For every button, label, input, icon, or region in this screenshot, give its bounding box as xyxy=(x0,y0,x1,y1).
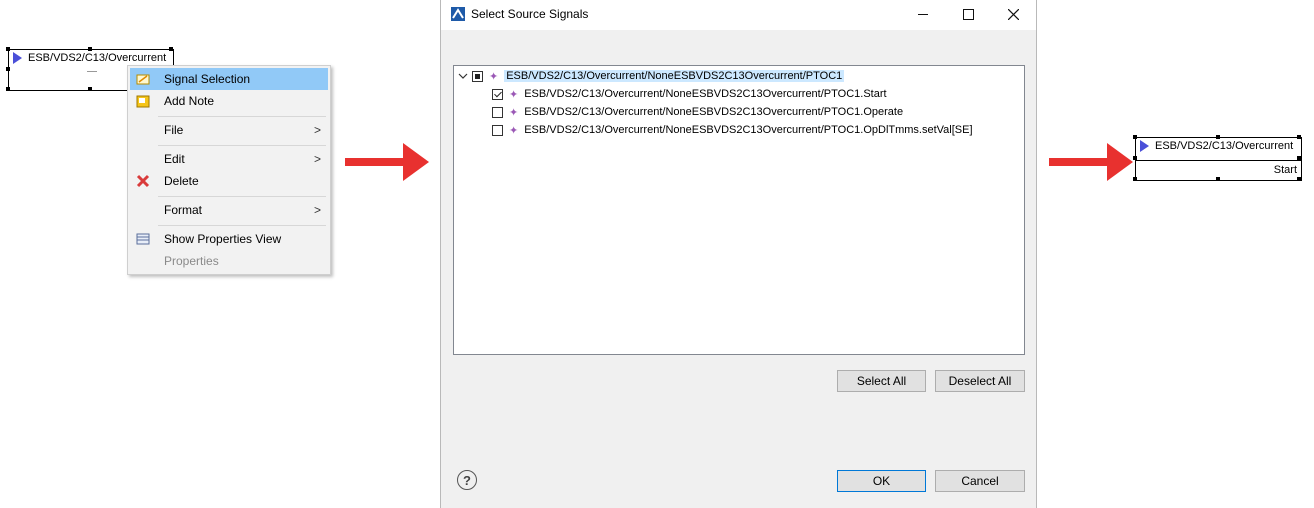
app-icon xyxy=(450,6,466,25)
signal-node-icon: ✦ xyxy=(509,106,519,119)
chevron-right-icon: > xyxy=(314,203,322,217)
resize-handle[interactable] xyxy=(88,87,92,91)
chevron-down-icon[interactable] xyxy=(458,71,468,81)
tree-checkbox[interactable] xyxy=(472,70,483,82)
menu-item-label: Edit xyxy=(164,152,185,166)
menu-item-label: File xyxy=(164,123,184,137)
select-source-signals-dialog: Select Source Signals ✦ ESB/VDS2/C13/Ove… xyxy=(440,0,1037,508)
select-all-button[interactable]: Select All xyxy=(837,370,926,392)
close-icon xyxy=(1007,8,1019,20)
signal-node-icon: ✦ xyxy=(489,70,499,83)
dialog-titlebar: Select Source Signals xyxy=(441,0,1036,30)
tree-row-label: ESB/VDS2/C13/Overcurrent/NoneESBVDS2C13O… xyxy=(524,88,887,100)
block-title-text: ESB/VDS2/C13/Overcurrent xyxy=(1155,140,1294,152)
menu-item-file[interactable]: File > xyxy=(130,119,328,141)
menu-item-show-properties-view[interactable]: Show Properties View xyxy=(130,228,328,250)
menu-item-delete[interactable]: Delete xyxy=(130,170,328,192)
signal-selection-icon xyxy=(136,72,150,86)
function-block-result[interactable]: ESB/VDS2/C13/Overcurrent Start xyxy=(1133,135,1302,181)
menu-item-label: Properties xyxy=(164,254,219,268)
tree-checkbox[interactable] xyxy=(492,124,503,136)
signal-node-icon: ✦ xyxy=(509,124,519,137)
ok-button[interactable]: OK xyxy=(837,470,926,492)
dialog-title: Select Source Signals xyxy=(471,7,589,21)
tree-row-child[interactable]: ✦ ESB/VDS2/C13/Overcurrent/NoneESBVDS2C1… xyxy=(492,121,973,139)
resize-handle[interactable] xyxy=(6,67,10,71)
menu-separator xyxy=(158,225,326,226)
deselect-all-button[interactable]: Deselect All xyxy=(935,370,1025,392)
menu-separator xyxy=(158,116,326,117)
tree-row-label: ESB/VDS2/C13/Overcurrent/NoneESBVDS2C13O… xyxy=(524,124,973,136)
maximize-button[interactable] xyxy=(948,2,988,26)
tree-row-label: ESB/VDS2/C13/Overcurrent/NoneESBVDS2C13O… xyxy=(504,70,845,82)
resize-handle[interactable] xyxy=(1297,135,1301,139)
resize-handle[interactable] xyxy=(6,47,10,51)
flow-arrow-icon xyxy=(1049,143,1133,181)
help-icon[interactable]: ? xyxy=(457,470,477,490)
menu-item-label: Delete xyxy=(164,174,199,188)
play-triangle-icon xyxy=(13,52,22,64)
block-title: ESB/VDS2/C13/Overcurrent xyxy=(13,52,166,64)
resize-handle[interactable] xyxy=(169,47,173,51)
resize-handle[interactable] xyxy=(1133,135,1137,139)
flow-arrow-icon xyxy=(345,143,429,181)
tree-checkbox[interactable] xyxy=(492,106,503,118)
menu-item-properties: Properties xyxy=(130,250,328,272)
properties-view-icon xyxy=(136,232,150,246)
minimize-button[interactable] xyxy=(903,2,943,26)
resize-handle[interactable] xyxy=(1297,177,1301,181)
resize-handle[interactable] xyxy=(1216,177,1220,181)
menu-separator xyxy=(158,145,326,146)
signal-value-label: Start xyxy=(1273,164,1297,176)
menu-item-add-note[interactable]: Add Note xyxy=(130,90,328,112)
menu-item-signal-selection[interactable]: Signal Selection xyxy=(130,68,328,90)
minimize-icon xyxy=(918,13,928,15)
divider xyxy=(1136,160,1301,161)
menu-item-label: Signal Selection xyxy=(164,72,251,86)
chevron-right-icon: > xyxy=(314,123,322,137)
resize-handle[interactable] xyxy=(1133,177,1137,181)
maximize-icon xyxy=(962,8,974,20)
play-triangle-icon xyxy=(1140,140,1149,152)
menu-item-edit[interactable]: Edit > xyxy=(130,148,328,170)
tree-row-root[interactable]: ✦ ESB/VDS2/C13/Overcurrent/NoneESBVDS2C1… xyxy=(458,67,845,85)
close-button[interactable] xyxy=(993,2,1033,26)
tree-checkbox[interactable] xyxy=(492,88,503,100)
menu-separator xyxy=(158,196,326,197)
context-menu: Signal Selection Add Note File > Edit > … xyxy=(127,65,331,275)
resize-handle[interactable] xyxy=(88,47,92,51)
signal-tree[interactable]: ✦ ESB/VDS2/C13/Overcurrent/NoneESBVDS2C1… xyxy=(453,65,1025,355)
menu-item-label: Format xyxy=(164,203,203,217)
cancel-button[interactable]: Cancel xyxy=(935,470,1025,492)
resize-handle[interactable] xyxy=(1216,135,1220,139)
menu-item-format[interactable]: Format > xyxy=(130,199,328,221)
menu-item-label: Add Note xyxy=(164,94,215,108)
tree-row-label: ESB/VDS2/C13/Overcurrent/NoneESBVDS2C13O… xyxy=(524,106,904,118)
block-title-text: ESB/VDS2/C13/Overcurrent xyxy=(28,52,167,64)
block-title: ESB/VDS2/C13/Overcurrent xyxy=(1140,140,1293,152)
delete-icon xyxy=(136,174,150,188)
signal-node-icon: ✦ xyxy=(509,88,519,101)
note-icon xyxy=(136,94,150,108)
tree-row-child[interactable]: ✦ ESB/VDS2/C13/Overcurrent/NoneESBVDS2C1… xyxy=(492,103,903,121)
chevron-right-icon: > xyxy=(314,152,322,166)
tree-row-child[interactable]: ✦ ESB/VDS2/C13/Overcurrent/NoneESBVDS2C1… xyxy=(492,85,887,103)
resize-handle[interactable] xyxy=(6,87,10,91)
menu-item-label: Show Properties View xyxy=(164,232,282,246)
divider xyxy=(87,71,97,72)
